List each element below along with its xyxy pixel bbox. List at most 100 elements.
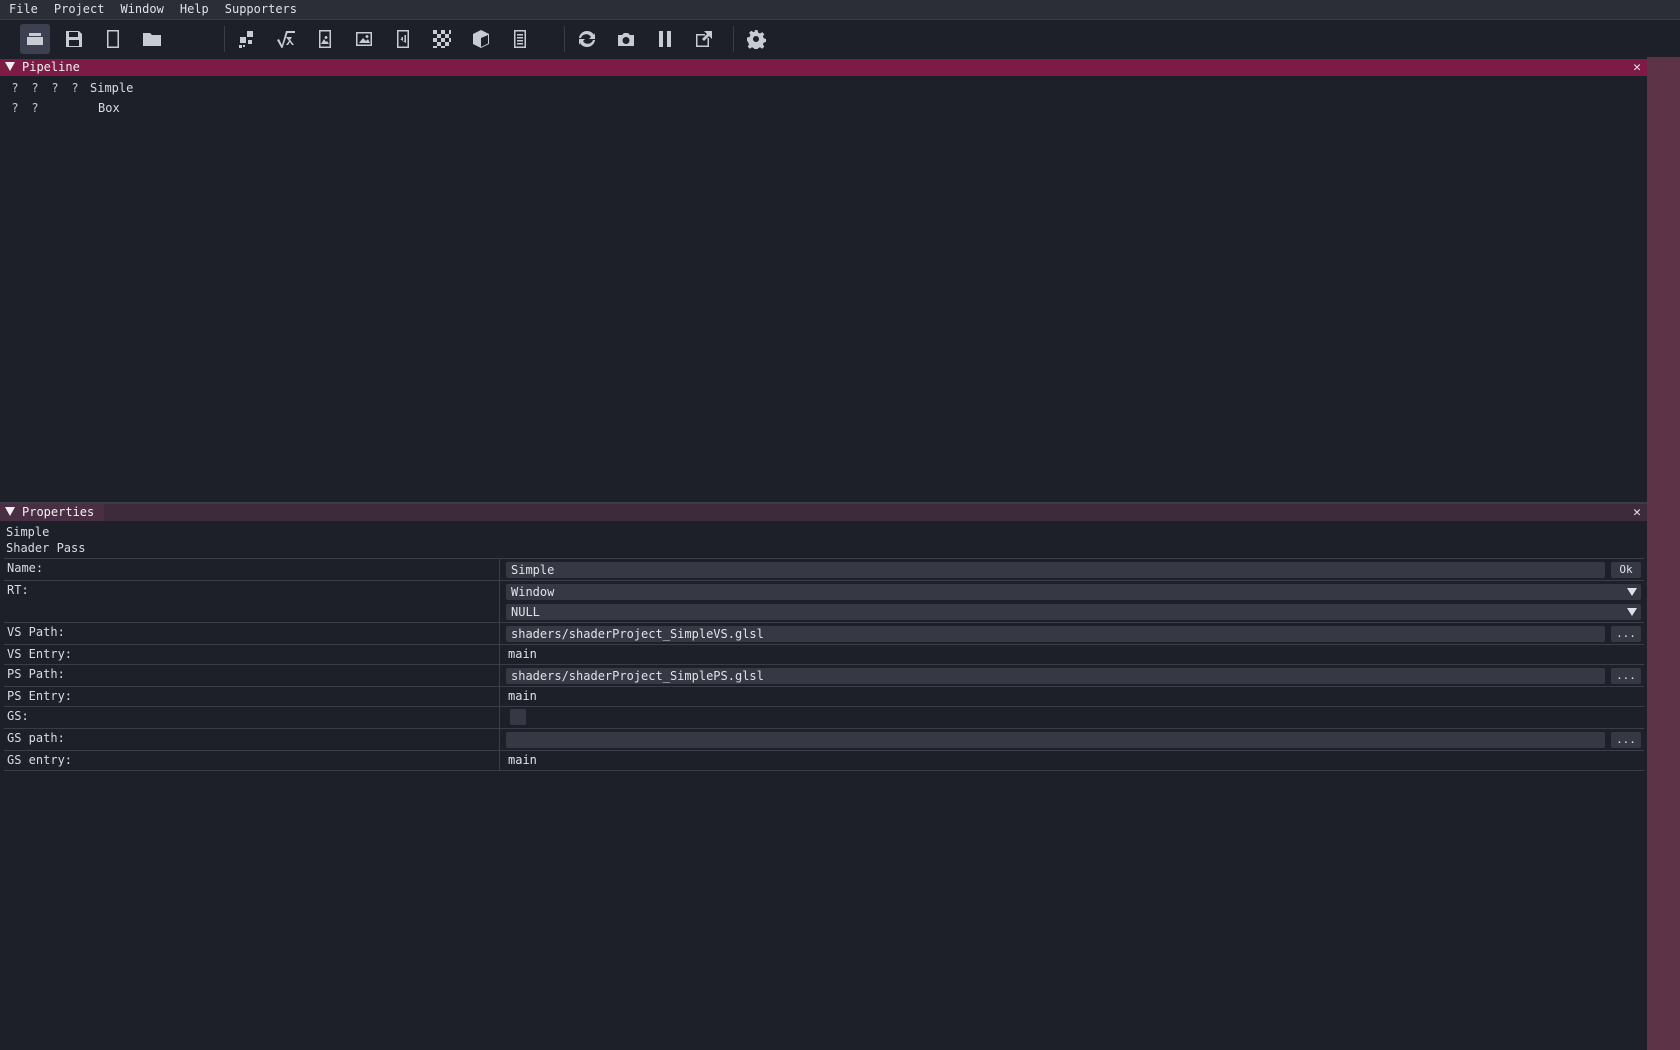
object-type: Shader Pass: [6, 541, 86, 555]
sqrt-variable-icon: [277, 31, 295, 48]
settings-button[interactable]: [741, 24, 771, 54]
pipeline-item-label[interactable]: Box: [98, 98, 120, 118]
screenshot-button[interactable]: [611, 24, 641, 54]
collapse-triangle-icon[interactable]: [5, 507, 15, 516]
open-folder-button[interactable]: [137, 24, 167, 54]
dropdown-arrow-icon: [1627, 608, 1637, 616]
variable-button[interactable]: [271, 24, 301, 54]
pipeline-tree: ? ? ? ? Simple ? ? Box: [0, 76, 1647, 502]
property-row-gs: GS:: [4, 706, 1644, 728]
pipeline-item-label[interactable]: Simple: [90, 78, 133, 98]
pipeline-item-marker[interactable]: ?: [29, 78, 41, 98]
checkerboard-icon: [433, 30, 451, 48]
new-file-button[interactable]: [98, 24, 128, 54]
pause-button[interactable]: [650, 24, 680, 54]
menu-help[interactable]: Help: [171, 0, 216, 19]
properties-tab[interactable]: Properties: [0, 504, 105, 521]
menu-window[interactable]: Window: [111, 0, 170, 19]
cube-button[interactable]: [466, 24, 496, 54]
property-row-rt: RT: Window NULL: [4, 580, 1644, 622]
properties-title: Properties: [22, 505, 95, 519]
toolbar-separator: [564, 26, 565, 52]
property-label: GS:: [7, 709, 29, 723]
gs-path-input[interactable]: [506, 732, 1605, 748]
settings-icon: [747, 30, 766, 49]
gs-checkbox[interactable]: [510, 709, 526, 725]
pipeline-item-marker[interactable]: ?: [49, 78, 61, 98]
save-button[interactable]: [59, 24, 89, 54]
pipeline-tab[interactable]: Pipeline: [0, 59, 90, 76]
ok-button[interactable]: Ok: [1611, 562, 1641, 578]
pipeline-item-marker[interactable]: ?: [29, 98, 41, 118]
pipeline-title: Pipeline: [22, 60, 80, 74]
pipeline-item-marker[interactable]: ?: [69, 78, 81, 98]
property-row-ps-path: PS Path: shaders/shaderProject_SimplePS.…: [4, 664, 1644, 686]
property-label: Name:: [7, 561, 44, 575]
ps-path-input[interactable]: shaders/shaderProject_SimplePS.glsl: [506, 668, 1605, 684]
audio-icon: [397, 30, 409, 48]
texture-button[interactable]: [310, 24, 340, 54]
property-row-gs-entry: GS entry: main: [4, 750, 1644, 770]
collapse-triangle-icon[interactable]: [5, 62, 15, 71]
close-icon[interactable]: ✕: [1633, 59, 1641, 76]
toolbar-separator: [224, 26, 225, 52]
open-folder-icon: [143, 33, 161, 46]
rt-select-2[interactable]: NULL: [506, 604, 1641, 620]
browse-button[interactable]: ...: [1611, 732, 1641, 748]
audio-button[interactable]: [388, 24, 418, 54]
pipeline-item-marker[interactable]: ?: [9, 98, 21, 118]
pipeline-item-marker[interactable]: ?: [9, 78, 21, 98]
image-icon: [356, 32, 372, 46]
property-row-vs-entry: VS Entry: main: [4, 644, 1644, 664]
property-row-name: Name: Simple Ok: [4, 558, 1644, 580]
vs-entry-value[interactable]: main: [508, 647, 537, 661]
camera-icon: [618, 33, 634, 46]
table-bottom-border: [4, 770, 1644, 771]
property-row-ps-entry: PS Entry: main: [4, 686, 1644, 706]
gs-entry-value[interactable]: main: [508, 753, 537, 767]
popout-button[interactable]: [689, 24, 719, 54]
property-label: PS Entry:: [7, 689, 73, 703]
shader-pass-button[interactable]: [232, 24, 262, 54]
property-label: GS entry:: [7, 753, 73, 767]
column-separator: [499, 665, 500, 686]
project-button[interactable]: [20, 24, 50, 54]
toolbar-separator: [733, 26, 734, 52]
reload-button[interactable]: [572, 24, 602, 54]
browse-button[interactable]: ...: [1611, 626, 1641, 642]
property-label: VS Entry:: [7, 647, 73, 661]
close-icon[interactable]: ✕: [1633, 504, 1641, 521]
property-label: GS path:: [7, 731, 65, 745]
column-separator: [499, 559, 500, 580]
pipeline-panel-header: Pipeline ✕: [0, 59, 1647, 76]
column-separator: [499, 645, 500, 664]
menu-project[interactable]: Project: [45, 0, 112, 19]
texture-icon: [319, 30, 331, 48]
vs-path-input[interactable]: shaders/shaderProject_SimpleVS.glsl: [506, 626, 1605, 642]
column-separator: [499, 623, 500, 644]
property-label: VS Path:: [7, 625, 65, 639]
column-separator: [499, 729, 500, 750]
column-separator: [499, 751, 500, 770]
image-button[interactable]: [349, 24, 379, 54]
rt-select-1[interactable]: Window: [506, 584, 1641, 600]
properties-panel-header: Properties ✕: [0, 504, 1647, 521]
popout-icon: [696, 31, 712, 47]
cube-icon: [473, 30, 489, 48]
buffer-button[interactable]: [505, 24, 535, 54]
browse-button[interactable]: ...: [1611, 668, 1641, 684]
ps-entry-value[interactable]: main: [508, 689, 537, 703]
checkerboard-button[interactable]: [427, 24, 457, 54]
toolbar: [0, 20, 1680, 57]
column-separator: [499, 581, 500, 622]
property-row-gs-path: GS path: ...: [4, 728, 1644, 750]
shader-pass-icon: [239, 31, 253, 48]
menu-supporters[interactable]: Supporters: [216, 0, 304, 19]
name-input[interactable]: Simple: [506, 562, 1605, 578]
column-separator: [499, 707, 500, 728]
buffer-icon: [514, 30, 526, 48]
reload-icon: [579, 30, 595, 48]
menu-file[interactable]: File: [0, 0, 45, 19]
rt-select-value: Window: [511, 585, 555, 599]
property-label: RT:: [7, 583, 29, 597]
